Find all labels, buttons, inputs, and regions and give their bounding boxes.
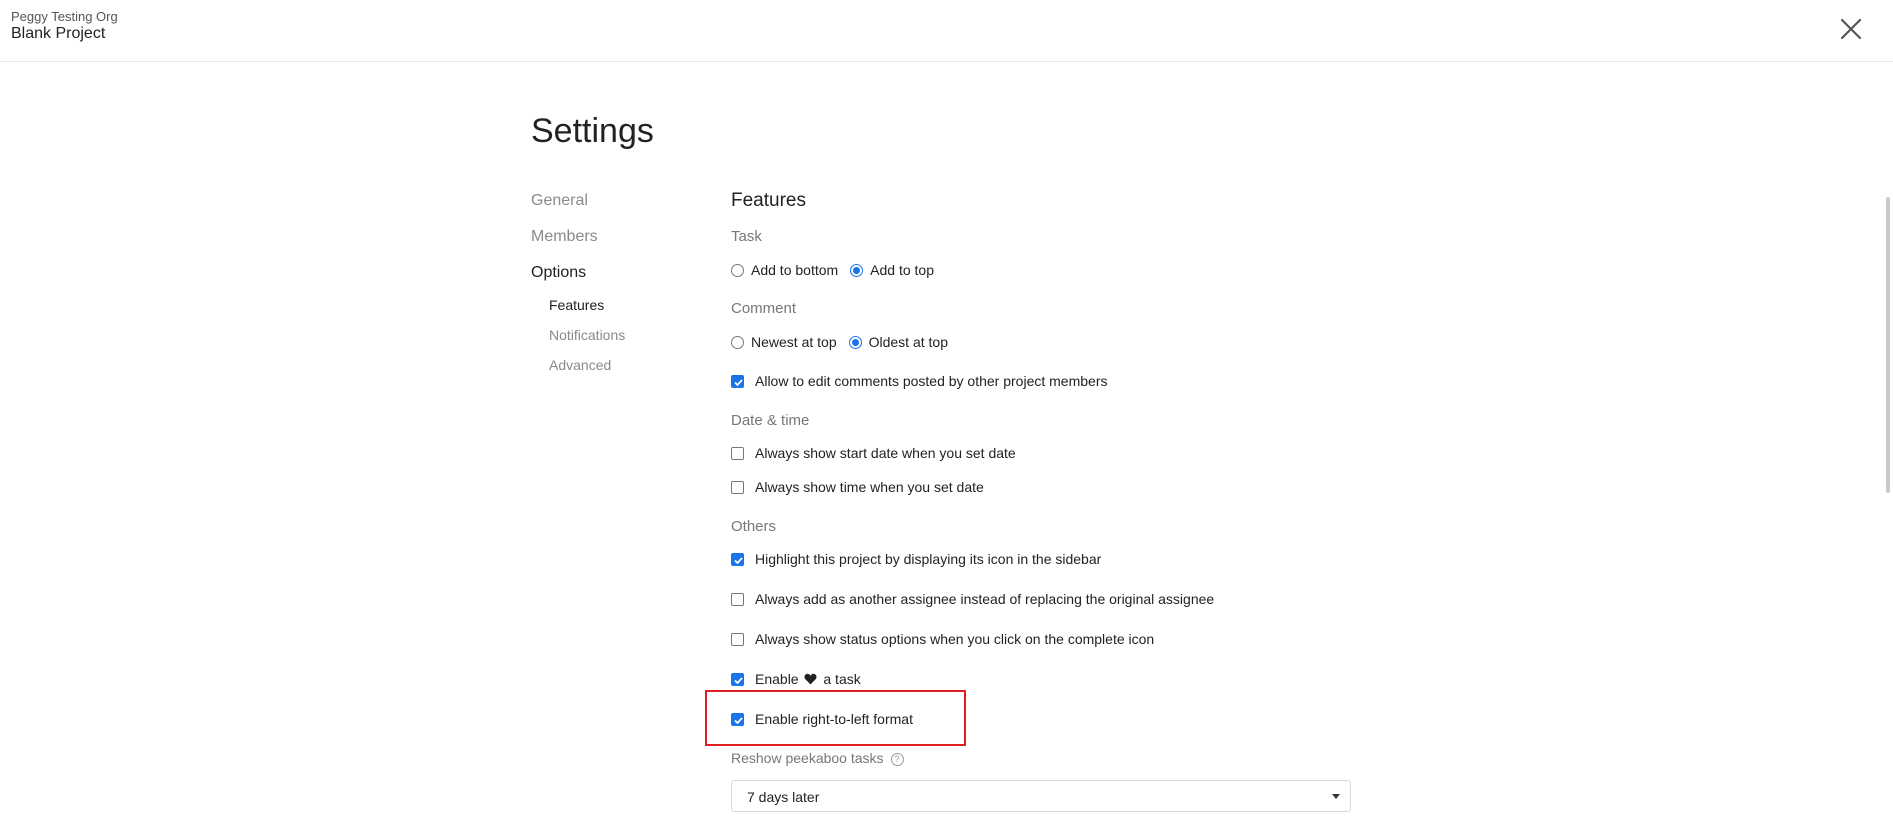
nav-features[interactable]: Features — [549, 297, 604, 313]
features-title: Features — [731, 190, 806, 211]
comment-label: Comment — [731, 300, 797, 317]
nav-members[interactable]: Members — [531, 228, 598, 246]
checkbox-show-status-options[interactable]: Always show status options when you clic… — [731, 628, 1154, 650]
checkbox-label: Always show time when you set date — [755, 479, 984, 495]
radio-indicator — [731, 335, 744, 349]
comment-radio-group: Newest at top Oldest at top — [731, 331, 960, 353]
radio-add-to-top[interactable]: Add to top — [850, 262, 934, 278]
checkbox-add-assignee[interactable]: Always add as another assignee instead o… — [731, 588, 1214, 610]
checkbox-label: Always show status options when you clic… — [755, 631, 1155, 647]
checkbox-indicator — [731, 632, 744, 646]
checkbox-allow-edit[interactable]: Allow to edit comments posted by other p… — [731, 370, 1108, 392]
top-bar: Peggy Testing Org Blank Project — [0, 0, 1893, 62]
checkbox-label: Allow to edit comments posted by other p… — [755, 373, 1108, 389]
org-name: Peggy Testing Org — [11, 9, 118, 24]
check-icon — [734, 378, 743, 386]
reshow-select-value: 7 days later — [747, 789, 820, 805]
enable-heart-suffix: a task — [823, 671, 861, 687]
checkbox-indicator — [731, 480, 744, 494]
date-time-label: Date & time — [731, 412, 810, 429]
nav-notifications[interactable]: Notifications — [549, 327, 625, 343]
highlight-box — [705, 690, 966, 746]
heart-icon — [804, 673, 818, 685]
checkbox-show-start-date[interactable]: Always show start date when you set date — [731, 442, 1016, 464]
reshow-label-text: Reshow peekaboo tasks — [731, 750, 884, 766]
nav-advanced[interactable]: Advanced — [549, 357, 611, 373]
project-name: Blank Project — [11, 25, 106, 42]
chevron-down-icon — [1332, 794, 1340, 799]
page-title: Settings — [531, 112, 654, 150]
others-label: Others — [731, 518, 777, 535]
checkbox-indicator — [731, 592, 744, 606]
task-radio-group: Add to bottom Add to top — [731, 259, 946, 281]
radio-indicator — [731, 263, 744, 277]
checkbox-indicator — [731, 446, 744, 460]
checkbox-show-time[interactable]: Always show time when you set date — [731, 476, 984, 498]
checkbox-indicator — [731, 552, 744, 566]
close-icon — [1840, 18, 1862, 40]
radio-indicator — [850, 263, 864, 277]
reshow-label: Reshow peekaboo tasks? — [731, 750, 904, 766]
checkbox-label: Highlight this project by displaying its… — [755, 551, 1102, 567]
checkbox-enable-heart[interactable]: Enable a task — [731, 668, 861, 690]
radio-oldest-at-top[interactable]: Oldest at top — [848, 334, 948, 350]
radio-label: Oldest at top — [868, 334, 948, 350]
enable-heart-prefix: Enable — [755, 671, 799, 687]
nav-options[interactable]: Options — [531, 264, 586, 282]
radio-newest-at-top[interactable]: Newest at top — [731, 334, 837, 350]
nav-general[interactable]: General — [531, 192, 588, 210]
checkbox-indicator — [731, 672, 744, 686]
task-label: Task — [731, 228, 762, 245]
check-icon — [734, 556, 743, 564]
reshow-select[interactable]: 7 days later — [731, 780, 1351, 812]
scrollbar[interactable] — [1886, 197, 1890, 493]
radio-label: Add to bottom — [751, 262, 839, 278]
radio-indicator — [848, 335, 862, 349]
check-icon — [734, 676, 743, 684]
checkbox-label: Always add as another assignee instead o… — [755, 591, 1215, 607]
radio-label: Newest at top — [751, 334, 837, 350]
checkbox-label: Enable a task — [755, 671, 861, 687]
checkbox-highlight-project[interactable]: Highlight this project by displaying its… — [731, 548, 1101, 570]
help-icon[interactable]: ? — [890, 753, 904, 766]
radio-label: Add to top — [870, 262, 934, 278]
checkbox-indicator — [731, 374, 744, 388]
close-button[interactable] — [1836, 14, 1866, 44]
radio-add-to-bottom[interactable]: Add to bottom — [731, 262, 838, 278]
checkbox-label: Always show start date when you set date — [755, 445, 1016, 461]
